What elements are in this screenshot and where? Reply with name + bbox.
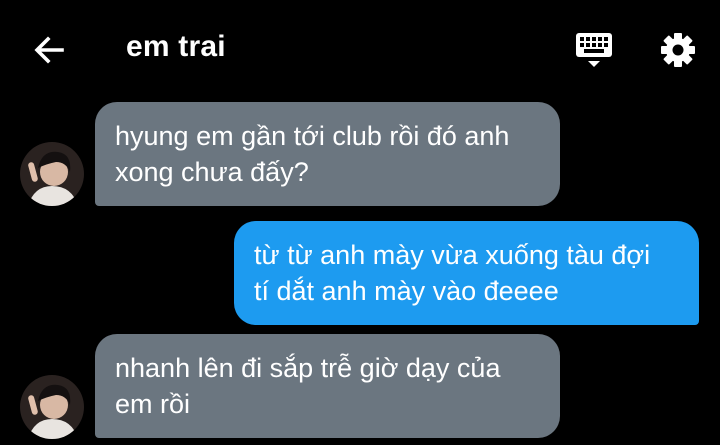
profile-photo [20,375,84,439]
arrow-left-icon [34,36,64,64]
keyboard-icon [576,33,612,67]
keyboard-button[interactable] [570,28,618,72]
message-bubble-outgoing: từ từ anh mày vừa xuống tàu đợi tí dắt a… [234,221,699,325]
chat-title: em trai [126,30,226,63]
chat-header: em trai [0,0,720,96]
settings-button[interactable] [654,26,702,74]
avatar[interactable] [20,142,84,206]
gear-icon [661,33,695,67]
message-bubble-incoming: hyung em gần tới club rồi đó anh xong ch… [95,102,560,206]
back-button[interactable] [28,28,72,72]
profile-photo [20,142,84,206]
message-bubble-incoming: nhanh lên đi sắp trễ giờ dạy của em rồi [95,334,560,438]
avatar[interactable] [20,375,84,439]
